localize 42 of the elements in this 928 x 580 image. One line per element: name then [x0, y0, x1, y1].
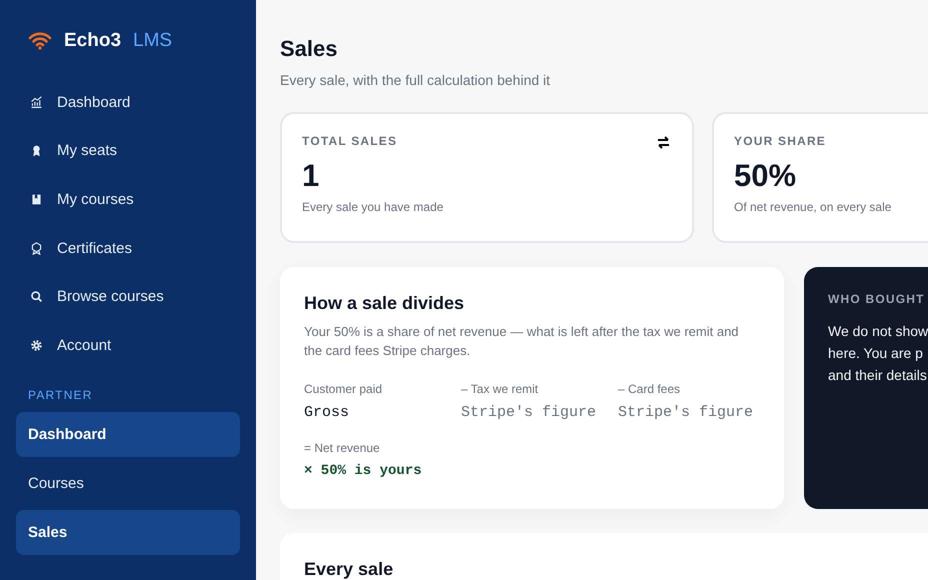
card-text: Your 50% is a share of net revenue — what is left after the tax we remit and the card fees Stripe charges. [304, 323, 740, 360]
brand-name: Echo3 [64, 30, 122, 52]
nav-item[interactable]: Courses [16, 460, 240, 506]
nav-item[interactable]: Sales [16, 510, 240, 555]
stat-value: 1 [302, 158, 320, 194]
card-text: We do not show [828, 322, 928, 341]
nav-item[interactable]: Dashboard [16, 412, 240, 457]
result-value: × 50% is yours [304, 463, 423, 479]
swap-icon [657, 136, 670, 149]
nav-item[interactable]: Account [57, 336, 112, 354]
wifi-icon [28, 32, 52, 50]
step-label: – Tax we remit [461, 382, 540, 396]
badge-icon [30, 242, 43, 255]
nav-item[interactable]: Dashboard [57, 94, 130, 111]
section-heading: PARTNER [27, 386, 94, 404]
search-icon [30, 290, 43, 304]
step-label: = Net revenue [304, 441, 381, 455]
card-title: How a sale divides [304, 293, 466, 314]
step-value: Stripe's figure [461, 404, 598, 421]
stat-label: YOUR SHARE [734, 134, 826, 148]
nav-item[interactable]: My seats [57, 142, 118, 160]
page-title: Sales [280, 36, 338, 62]
stat-note: Every sale you have made [302, 200, 444, 214]
nav-item[interactable]: Browse courses [57, 288, 164, 306]
step-value: Gross [304, 404, 350, 421]
step-label: – Card fees [618, 382, 682, 396]
stat-label: TOTAL SALES [302, 134, 398, 148]
nav-item[interactable]: My courses [57, 190, 134, 208]
brand-suffix: LMS [133, 30, 172, 52]
nav-item[interactable]: Certificates [57, 240, 132, 257]
gear-icon [30, 338, 43, 352]
card-text: and their details [828, 366, 928, 385]
stat-note: Of net revenue, on every sale [734, 200, 892, 214]
book-icon [30, 192, 43, 206]
page-subtitle: Every sale, with the full calculation behind it [280, 72, 552, 88]
card-title: Every sale [304, 559, 394, 580]
card-heading: WHO BOUGHT [828, 292, 926, 306]
chart-icon [30, 96, 43, 109]
step-label: Customer paid [304, 382, 384, 396]
step-value: Stripe's figure [618, 404, 754, 421]
stat-value: 50% [734, 158, 796, 194]
card-text: here. You are p [828, 344, 924, 363]
